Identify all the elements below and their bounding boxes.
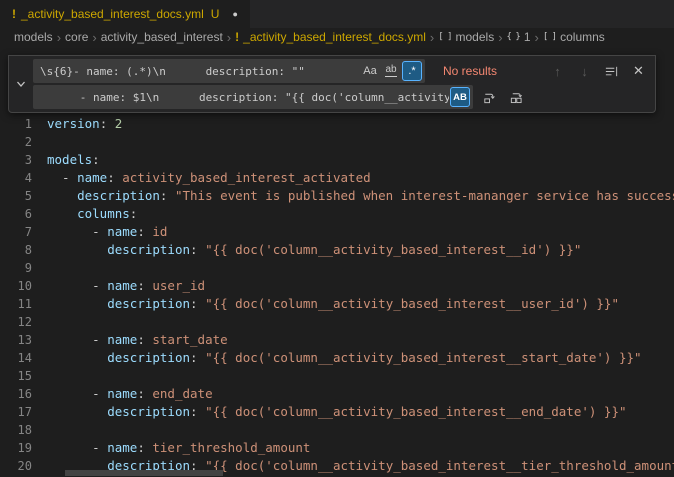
line-number[interactable]: 3: [0, 151, 32, 169]
preserve-case-toggle[interactable]: AB: [450, 87, 470, 107]
line-number[interactable]: 16: [0, 385, 32, 403]
code-line[interactable]: columns:: [47, 205, 674, 223]
line-number[interactable]: 14: [0, 349, 32, 367]
code-line[interactable]: description: "{{ doc('column__activity_b…: [47, 349, 674, 367]
breadcrumb-label: models: [456, 30, 495, 44]
next-match-button[interactable]: ↓: [574, 61, 595, 82]
breadcrumb-item[interactable]: { } 1: [507, 30, 531, 44]
line-number[interactable]: 12: [0, 313, 32, 331]
breadcrumb-label: models: [14, 30, 53, 44]
breadcrumb-separator: ›: [227, 31, 231, 44]
line-number[interactable]: 4: [0, 169, 32, 187]
results-count: No results: [443, 64, 497, 78]
code-line[interactable]: - name: tier_threshold_amount: [47, 439, 674, 457]
symbol-array-icon: [ ]: [543, 32, 556, 42]
close-button[interactable]: ✕: [628, 61, 649, 82]
line-number[interactable]: 8: [0, 241, 32, 259]
arrow-down-icon: ↓: [581, 64, 588, 79]
line-number[interactable]: 9: [0, 259, 32, 277]
code-line[interactable]: description: "{{ doc('column__activity_b…: [47, 403, 674, 421]
replace-all-button[interactable]: [506, 87, 527, 108]
find-in-selection-button[interactable]: [601, 61, 622, 82]
breadcrumb-separator: ›: [57, 31, 61, 44]
code-line[interactable]: description: "{{ doc('column__activity_b…: [47, 241, 674, 259]
code-line[interactable]: [47, 259, 674, 277]
breadcrumb-item[interactable]: [ ] columns: [543, 30, 605, 44]
breadcrumb-label: 1: [524, 30, 531, 44]
line-number[interactable]: 5: [0, 187, 32, 205]
code-line[interactable]: - name: user_id: [47, 277, 674, 295]
git-status-badge: U: [211, 7, 220, 21]
replace-all-icon: [509, 90, 524, 105]
tab-bar: ! _activity_based_interest_docs.yml U ●: [0, 0, 674, 28]
horizontal-scrollbar-thumb[interactable]: [65, 470, 223, 476]
find-query-text: \s{6}- name: (.*)\n description: "": [40, 65, 359, 78]
breadcrumb-item[interactable]: models: [14, 30, 53, 44]
breadcrumb-item[interactable]: activity_based_interest: [101, 30, 223, 44]
replace-row: - name: $1\n description: "{{ doc('colum…: [33, 85, 649, 109]
previous-match-button[interactable]: ↑: [547, 61, 568, 82]
close-icon: ✕: [633, 63, 644, 79]
line-number[interactable]: 10: [0, 277, 32, 295]
line-number[interactable]: 1: [0, 115, 32, 133]
whole-word-toggle[interactable]: ab: [381, 61, 401, 81]
code-line[interactable]: [47, 133, 674, 151]
code-line[interactable]: description: "This event is published wh…: [47, 187, 674, 205]
code-line[interactable]: [47, 421, 674, 439]
find-widget: \s{6}- name: (.*)\n description: "" Aa a…: [8, 55, 656, 113]
breadcrumb-label: _activity_based_interest_docs.yml: [243, 30, 426, 44]
code-line[interactable]: description: "{{ doc('column__activity_b…: [47, 295, 674, 313]
breadcrumb-label: columns: [560, 30, 605, 44]
breadcrumb-separator: ›: [535, 31, 539, 44]
warning-icon: !: [235, 30, 239, 44]
line-number[interactable]: 7: [0, 223, 32, 241]
find-row: \s{6}- name: (.*)\n description: "" Aa a…: [33, 59, 649, 83]
symbol-object-icon: { }: [507, 32, 520, 42]
regex-toggle[interactable]: .*: [402, 61, 422, 81]
code-line[interactable]: - name: end_date: [47, 385, 674, 403]
code-line[interactable]: - name: activity_based_interest_activate…: [47, 169, 674, 187]
warning-icon: !: [12, 7, 16, 21]
code-line[interactable]: - name: id: [47, 223, 674, 241]
tab-activity-based-interest-docs[interactable]: ! _activity_based_interest_docs.yml U ●: [0, 0, 250, 28]
replace-button[interactable]: [479, 87, 500, 108]
code-line[interactable]: [47, 313, 674, 331]
breadcrumb-separator: ›: [430, 31, 434, 44]
arrow-up-icon: ↑: [554, 64, 561, 79]
match-case-toggle[interactable]: Aa: [360, 61, 380, 81]
symbol-array-icon: [ ]: [438, 32, 451, 42]
breadcrumb-item[interactable]: ! _activity_based_interest_docs.yml: [235, 30, 426, 44]
line-number[interactable]: 20: [0, 457, 32, 475]
line-number[interactable]: 15: [0, 367, 32, 385]
breadcrumb-label: core: [65, 30, 88, 44]
line-number[interactable]: 18: [0, 421, 32, 439]
replace-value-text: - name: $1\n description: "{{ doc('colum…: [40, 91, 449, 104]
line-number[interactable]: 17: [0, 403, 32, 421]
line-number[interactable]: 11: [0, 295, 32, 313]
chevron-down-icon: [15, 78, 27, 90]
whole-word-icon: ab: [385, 65, 396, 77]
tab-filename: _activity_based_interest_docs.yml: [21, 7, 204, 21]
find-input[interactable]: \s{6}- name: (.*)\n description: "" Aa a…: [33, 59, 425, 83]
breadcrumb-separator: ›: [92, 31, 96, 44]
toggle-replace-button[interactable]: [9, 59, 33, 109]
line-number[interactable]: 6: [0, 205, 32, 223]
line-number[interactable]: 13: [0, 331, 32, 349]
code-line[interactable]: - name: start_date: [47, 331, 674, 349]
breadcrumb-item[interactable]: [ ] models: [438, 30, 494, 44]
breadcrumb-item[interactable]: core: [65, 30, 88, 44]
line-number[interactable]: 19: [0, 439, 32, 457]
line-number[interactable]: 2: [0, 133, 32, 151]
code-line[interactable]: models:: [47, 151, 674, 169]
modified-dot-icon[interactable]: ●: [232, 9, 237, 19]
editor: 1234567891011121314151617181920 version:…: [0, 46, 674, 477]
code-line[interactable]: [47, 367, 674, 385]
code-line[interactable]: version: 2: [47, 115, 674, 133]
replace-icon: [482, 90, 497, 105]
replace-input[interactable]: - name: $1\n description: "{{ doc('colum…: [33, 85, 473, 109]
breadcrumb-separator: ›: [498, 31, 502, 44]
find-in-selection-icon: [604, 64, 619, 79]
breadcrumb-label: activity_based_interest: [101, 30, 223, 44]
breadcrumb: models›core›activity_based_interest›!_ac…: [0, 28, 674, 46]
